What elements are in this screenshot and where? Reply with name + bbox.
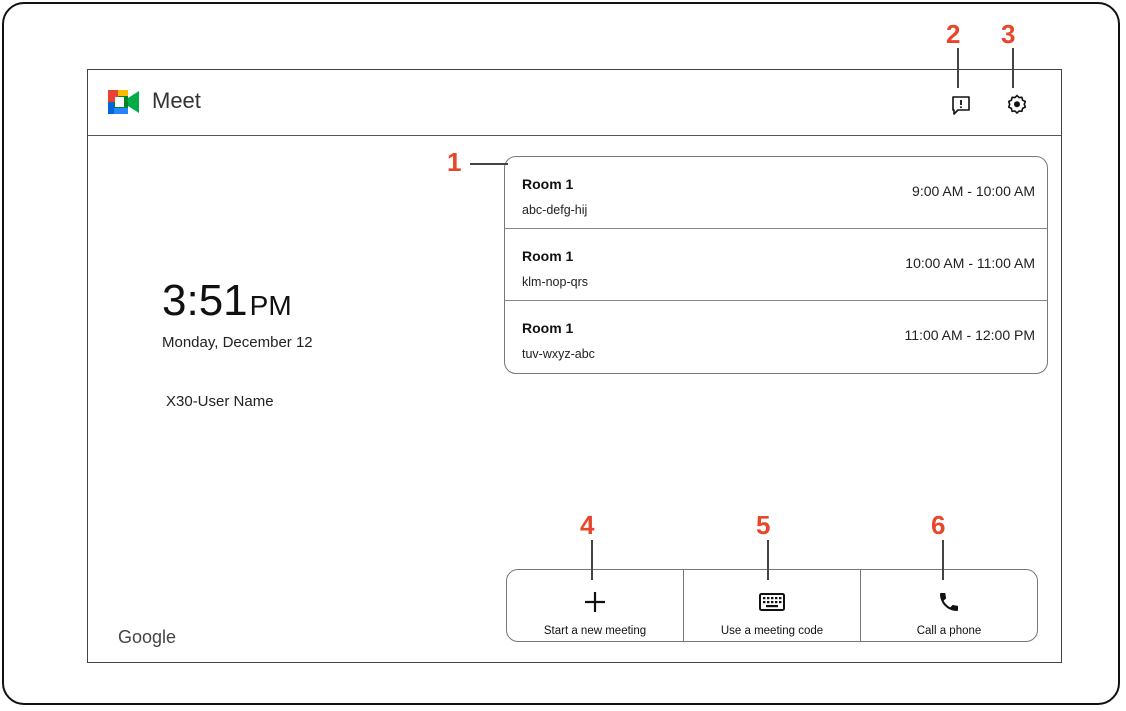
callout-5-line <box>767 540 769 580</box>
clock: 3:51PM <box>162 276 292 326</box>
callout-3-line <box>1012 48 1014 88</box>
plus-icon <box>581 588 609 616</box>
app-title: Meet <box>152 88 201 113</box>
start-new-meeting-button[interactable]: Start a new meeting <box>507 570 684 641</box>
meeting-item[interactable]: Room 1 tuv-wxyz-abc 11:00 AM - 12:00 PM <box>505 301 1047 373</box>
feedback-icon <box>952 96 970 115</box>
meeting-item[interactable]: Room 1 abc-defg-hij 9:00 AM - 10:00 AM <box>505 157 1047 229</box>
callout-6-line <box>942 540 944 580</box>
action-label: Call a phone <box>916 625 982 637</box>
current-date: Monday, December 12 <box>162 334 313 351</box>
meeting-time: 10:00 AM - 11:00 AM <box>905 255 1035 271</box>
gear-icon <box>1007 94 1027 114</box>
meeting-list: Room 1 abc-defg-hij 9:00 AM - 10:00 AM R… <box>504 156 1048 374</box>
feedback-button[interactable] <box>948 92 974 118</box>
call-a-phone-button[interactable]: Call a phone <box>861 570 1037 641</box>
meeting-time: 11:00 AM - 12:00 PM <box>904 327 1035 343</box>
meeting-code: klm-nop-qrs <box>522 275 588 289</box>
meeting-title: Room 1 <box>522 248 574 264</box>
keyboard-icon <box>758 588 786 616</box>
action-label: Start a new meeting <box>543 625 647 637</box>
meeting-code: abc-defg-hij <box>522 203 588 217</box>
settings-button[interactable] <box>1004 92 1030 118</box>
meeting-title: Room 1 <box>522 176 574 192</box>
callout-3: 3 <box>1001 19 1016 49</box>
meeting-title: Room 1 <box>522 320 574 336</box>
device-user-name: X30-User Name <box>166 393 274 410</box>
clock-ampm: PM <box>249 290 292 321</box>
meet-screen: Meet 3:51PM Monday, December 12 X30-User… <box>87 69 1062 663</box>
phone-icon <box>935 588 963 616</box>
meeting-item[interactable]: Room 1 klm-nop-qrs 10:00 AM - 11:00 AM <box>505 229 1047 301</box>
clock-time: 3:51 <box>162 276 248 325</box>
google-meet-logo <box>108 90 139 114</box>
google-wordmark: Google <box>118 627 177 647</box>
top-bar: Meet <box>88 70 1061 136</box>
callout-1-line <box>470 163 508 165</box>
meeting-code: tuv-wxyz-abc <box>522 347 595 361</box>
meeting-time: 9:00 AM - 10:00 AM <box>912 183 1035 199</box>
action-label: Use a meeting code <box>720 625 824 637</box>
callout-2: 2 <box>946 19 961 49</box>
callout-2-line <box>957 48 959 88</box>
callout-4-line <box>591 540 593 580</box>
use-meeting-code-button[interactable]: Use a meeting code <box>684 570 861 641</box>
action-bar: Start a new meeting Use a meeting code C… <box>506 569 1038 642</box>
callout-1: 1 <box>447 147 462 177</box>
callout-5: 5 <box>756 510 771 540</box>
device-frame: Meet 3:51PM Monday, December 12 X30-User… <box>2 2 1120 705</box>
callout-6: 6 <box>931 510 946 540</box>
callout-4: 4 <box>580 510 595 540</box>
